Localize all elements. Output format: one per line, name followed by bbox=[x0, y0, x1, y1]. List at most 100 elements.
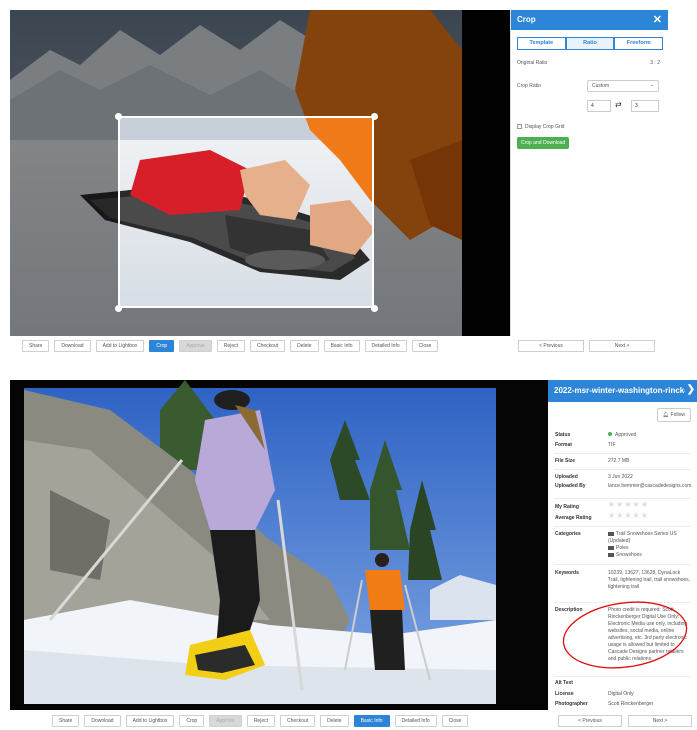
keywords-value: 10239, 13627, 13628, DynaLock Trail, tig… bbox=[608, 570, 691, 590]
display-grid-label: Display Crop Grid bbox=[525, 124, 565, 130]
uploaded-value: 3 Jun 2022 bbox=[608, 474, 633, 480]
photographer-label: Photographer bbox=[555, 701, 588, 707]
divider bbox=[554, 498, 691, 499]
crop-mask-bottom bbox=[10, 308, 510, 336]
crop-and-download-button[interactable]: Crop and Download bbox=[517, 137, 570, 149]
ratio-height-input[interactable]: 3 bbox=[631, 100, 659, 112]
ratio-width-input[interactable]: 4 bbox=[587, 100, 611, 112]
close-icon[interactable]: ✕ bbox=[653, 13, 662, 26]
crop-toolbar: Share Download Add to Lightbox Crop Appr… bbox=[22, 340, 439, 352]
original-ratio-value: 3 : 2 bbox=[650, 60, 660, 66]
category-name: Snowshoes bbox=[616, 552, 642, 558]
approve-button[interactable]: Approve bbox=[209, 715, 242, 727]
category-item[interactable]: Trail Snowshoes Series US (Updated) bbox=[608, 531, 692, 545]
crop-handle-top-left[interactable] bbox=[115, 113, 122, 120]
category-item[interactable]: Poles bbox=[608, 545, 692, 552]
format-value: TIF bbox=[608, 442, 616, 448]
crop-mask-top bbox=[10, 10, 510, 116]
uploaded-label: Uploaded bbox=[555, 474, 578, 480]
crop-handle-bottom-left[interactable] bbox=[115, 305, 122, 312]
status-value: Approved bbox=[608, 432, 692, 439]
crop-handle-bottom-right[interactable] bbox=[371, 305, 378, 312]
my-rating-label: My Rating bbox=[555, 504, 579, 510]
my-rating-stars[interactable]: ★★★★★ bbox=[608, 500, 649, 509]
red-annotation-circle bbox=[562, 601, 688, 669]
tab-freeform[interactable]: Freeform bbox=[614, 37, 664, 50]
category-name: Trail Snowshoes Series US (Updated) bbox=[608, 531, 677, 544]
crop-button[interactable]: Crop bbox=[149, 340, 175, 352]
category-name: Poles bbox=[616, 545, 629, 551]
divider bbox=[554, 564, 691, 565]
categories-list: Trail Snowshoes Series US (Updated) Pole… bbox=[608, 531, 692, 559]
reject-button[interactable]: Reject bbox=[216, 340, 245, 352]
crop-panel-header: Crop ✕ bbox=[511, 10, 668, 30]
bell-icon: 🔔︎ bbox=[662, 412, 670, 418]
divider bbox=[554, 453, 691, 454]
keywords-label: Keywords bbox=[555, 570, 579, 576]
category-item[interactable]: Snowshoes bbox=[608, 552, 692, 559]
checkout-button[interactable]: Checkout bbox=[280, 715, 316, 727]
average-rating-stars: ★★★★★ bbox=[608, 511, 649, 520]
close-button[interactable]: Close bbox=[441, 715, 469, 727]
tab-ratio[interactable]: Ratio bbox=[565, 37, 615, 50]
format-label: Format bbox=[555, 442, 572, 448]
asset-title: 2022-msr-winter-washington-rincke... bbox=[554, 386, 696, 395]
crop-handle-top-right[interactable] bbox=[371, 113, 378, 120]
add-to-lightbox-button[interactable]: Add to Lightbox bbox=[125, 715, 175, 727]
delete-button[interactable]: Delete bbox=[320, 715, 349, 727]
crop-ratio-select-value: Custom bbox=[592, 83, 610, 89]
crop-button[interactable]: Crop bbox=[179, 715, 205, 727]
checkout-button[interactable]: Checkout bbox=[250, 340, 286, 352]
crop-screen: Crop ✕ Template Ratio Freeform Original … bbox=[0, 0, 697, 360]
divider bbox=[554, 676, 691, 677]
basic-info-button[interactable]: Basic Info bbox=[353, 715, 390, 727]
detailed-info-button[interactable]: Detailed Info bbox=[394, 715, 437, 727]
previous-button[interactable]: < Previous bbox=[558, 715, 622, 727]
swap-icon[interactable]: ⇄ bbox=[615, 100, 622, 109]
share-button[interactable]: Share bbox=[52, 715, 80, 727]
folder-icon bbox=[608, 552, 614, 557]
close-icon[interactable]: ❯ bbox=[684, 384, 695, 395]
uploaded-by-value: lance.hemmer@cascadedesigns.com bbox=[608, 483, 692, 489]
divider bbox=[554, 526, 691, 527]
average-rating-label: Average Rating bbox=[555, 515, 592, 521]
crop-ratio-label: Crop Ratio bbox=[517, 83, 541, 89]
crop-mode-tabs: Template Ratio Freeform bbox=[517, 37, 664, 50]
uploaded-by-label: Uploaded By bbox=[555, 483, 586, 489]
detailed-info-button[interactable]: Detailed Info bbox=[364, 340, 407, 352]
approve-button[interactable]: Approve bbox=[179, 340, 212, 352]
license-label: License bbox=[555, 691, 574, 697]
tab-template[interactable]: Template bbox=[517, 37, 566, 50]
reject-button[interactable]: Reject bbox=[246, 715, 275, 727]
crop-panel-title: Crop bbox=[517, 15, 536, 24]
folder-icon bbox=[608, 545, 614, 550]
delete-button[interactable]: Delete bbox=[290, 340, 319, 352]
next-button[interactable]: Next > bbox=[628, 715, 692, 727]
snowshoe-hikers-photo bbox=[10, 380, 548, 710]
share-button[interactable]: Share bbox=[22, 340, 50, 352]
crop-selection-box[interactable] bbox=[118, 116, 374, 308]
previous-button[interactable]: < Previous bbox=[518, 340, 584, 352]
basic-info-button[interactable]: Basic Info bbox=[323, 340, 360, 352]
add-to-lightbox-button[interactable]: Add to Lightbox bbox=[95, 340, 145, 352]
categories-label: Categories bbox=[555, 531, 581, 537]
file-size-value: 272.7 MB bbox=[608, 458, 630, 464]
crop-mask-left bbox=[10, 116, 118, 308]
basic-info-panel: 2022-msr-winter-washington-rincke... ❯ 🔔… bbox=[548, 380, 697, 710]
follow-label: Follow bbox=[670, 412, 685, 418]
file-size-label: File Size bbox=[555, 458, 576, 464]
info-panel-header: 2022-msr-winter-washington-rincke... ❯ bbox=[548, 380, 697, 402]
next-button[interactable]: Next > bbox=[589, 340, 655, 352]
alt-text-label: Alt Text bbox=[555, 680, 573, 686]
download-button[interactable]: Download bbox=[84, 715, 121, 727]
display-grid-checkbox[interactable] bbox=[517, 124, 522, 129]
crop-panel: Crop ✕ Template Ratio Freeform Original … bbox=[510, 10, 668, 336]
download-button[interactable]: Download bbox=[54, 340, 91, 352]
close-button[interactable]: Close bbox=[411, 340, 439, 352]
status-label: Status bbox=[555, 432, 571, 438]
crop-ratio-select[interactable]: Custom ⌄ bbox=[587, 80, 659, 92]
folder-icon bbox=[608, 531, 614, 536]
license-value: Digital Only bbox=[608, 691, 634, 697]
follow-button[interactable]: 🔔︎ Follow bbox=[656, 408, 691, 422]
image-viewer-info bbox=[10, 380, 548, 710]
